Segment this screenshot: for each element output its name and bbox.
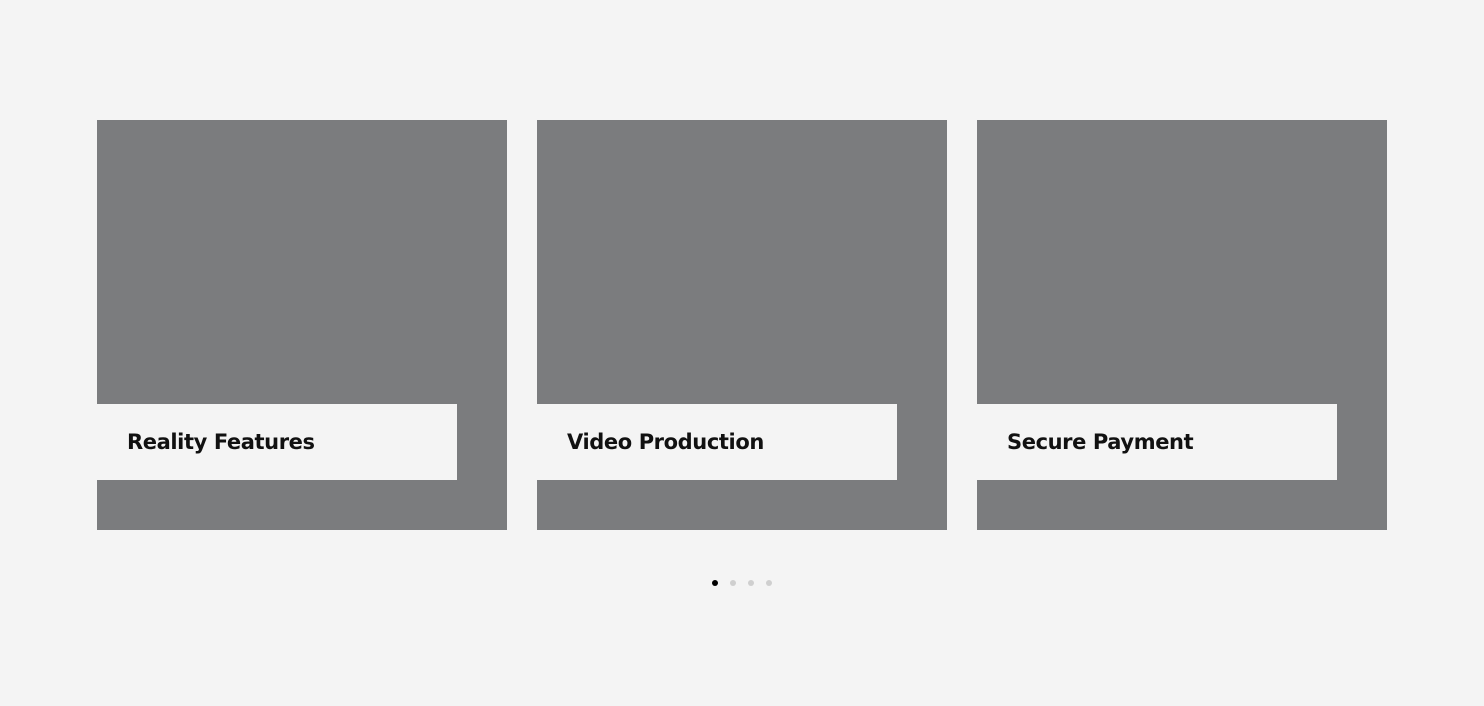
card-label-box: Video Production: [537, 404, 897, 480]
pagination-dot-2[interactable]: [730, 580, 736, 586]
card-reality-features[interactable]: Reality Features: [97, 120, 507, 530]
pagination-dots: [711, 579, 773, 587]
card-carousel: Reality Features Video Production Secure…: [0, 0, 1484, 706]
pagination-dot-4[interactable]: [766, 580, 772, 586]
card-title: Reality Features: [127, 430, 315, 454]
card-title: Secure Payment: [1007, 430, 1194, 454]
pagination-dot-3[interactable]: [748, 580, 754, 586]
card-label-box: Reality Features: [97, 404, 457, 480]
card-title: Video Production: [567, 430, 764, 454]
card-secure-payment[interactable]: Secure Payment: [977, 120, 1387, 530]
card-video-production[interactable]: Video Production: [537, 120, 947, 530]
card-label-box: Secure Payment: [977, 404, 1337, 480]
carousel-track: Reality Features Video Production Secure…: [97, 120, 1387, 530]
pagination-dot-1[interactable]: [712, 580, 718, 586]
